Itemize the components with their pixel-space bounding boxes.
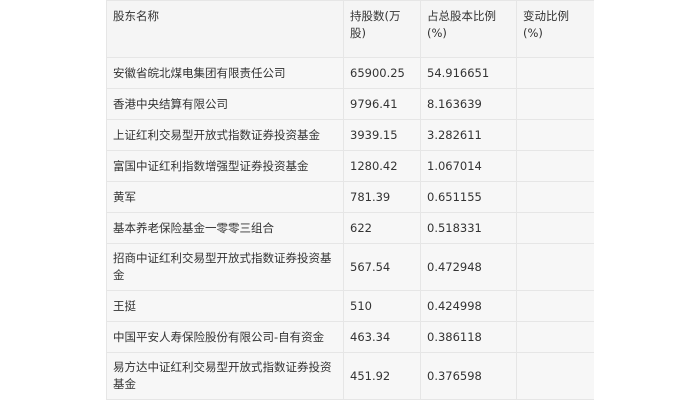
cell-name: 招商中证红利交易型开放式指数证券投资基金 [106, 243, 344, 291]
cell-name: 易方达中证红利交易型开放式指数证券投资基金 [106, 352, 344, 400]
table-row: 易方达中证红利交易型开放式指数证券投资基金 451.92 0.376598 [106, 352, 594, 400]
cell-change [516, 119, 594, 151]
header-change: 变动比例(%) [516, 0, 594, 58]
shareholder-table: 股东名称 持股数(万股) 占总股本比例(%) 变动比例(%) 安徽省皖北煤电集团… [106, 0, 594, 400]
cell-shares: 3939.15 [343, 119, 421, 151]
cell-change [516, 321, 594, 353]
cell-shares: 622 [343, 212, 421, 244]
header-row: 股东名称 持股数(万股) 占总股本比例(%) 变动比例(%) [106, 0, 594, 58]
shareholder-table-container: 股东名称 持股数(万股) 占总股本比例(%) 变动比例(%) 安徽省皖北煤电集团… [106, 0, 594, 409]
table-row: 富国中证红利指数增强型证券投资基金 1280.42 1.067014 [106, 150, 594, 182]
cell-change [516, 212, 594, 244]
header-shares: 持股数(万股) [343, 0, 421, 58]
cell-ratio: 3.282611 [420, 119, 517, 151]
cell-ratio: 0.386118 [420, 321, 517, 353]
cell-change [516, 181, 594, 213]
cell-name: 中国平安人寿保险股份有限公司-自有资金 [106, 321, 344, 353]
table-row: 王挺 510 0.424998 [106, 290, 594, 322]
table-header: 股东名称 持股数(万股) 占总股本比例(%) 变动比例(%) [106, 0, 594, 58]
cell-name: 富国中证红利指数增强型证券投资基金 [106, 150, 344, 182]
cell-change [516, 352, 594, 400]
cell-ratio: 0.518331 [420, 212, 517, 244]
cell-name: 上证红利交易型开放式指数证券投资基金 [106, 119, 344, 151]
cell-change [516, 290, 594, 322]
table-row: 中国平安人寿保险股份有限公司-自有资金 463.34 0.386118 [106, 321, 594, 353]
cell-shares: 9796.41 [343, 88, 421, 120]
cell-change [516, 243, 594, 291]
cell-shares: 451.92 [343, 352, 421, 400]
header-shareholder-name: 股东名称 [106, 0, 344, 58]
cell-ratio: 0.376598 [420, 352, 517, 400]
cell-name: 基本养老保险基金一零零三组合 [106, 212, 344, 244]
cell-ratio: 0.651155 [420, 181, 517, 213]
cell-shares: 510 [343, 290, 421, 322]
cell-change [516, 57, 594, 89]
header-ratio: 占总股本比例(%) [420, 0, 517, 58]
table-row: 基本养老保险基金一零零三组合 622 0.518331 [106, 212, 594, 244]
cell-name: 王挺 [106, 290, 344, 322]
cell-name: 安徽省皖北煤电集团有限责任公司 [106, 57, 344, 89]
cell-shares: 1280.42 [343, 150, 421, 182]
cell-ratio: 54.916651 [420, 57, 517, 89]
table-row: 安徽省皖北煤电集团有限责任公司 65900.25 54.916651 [106, 57, 594, 89]
cell-ratio: 8.163639 [420, 88, 517, 120]
cell-change [516, 88, 594, 120]
cell-shares: 65900.25 [343, 57, 421, 89]
table-row: 上证红利交易型开放式指数证券投资基金 3939.15 3.282611 [106, 119, 594, 151]
cell-shares: 567.54 [343, 243, 421, 291]
table-body: 安徽省皖北煤电集团有限责任公司 65900.25 54.916651 香港中央结… [106, 57, 594, 400]
table-row: 招商中证红利交易型开放式指数证券投资基金 567.54 0.472948 [106, 243, 594, 291]
cell-shares: 463.34 [343, 321, 421, 353]
cell-name: 黄军 [106, 181, 344, 213]
cell-name: 香港中央结算有限公司 [106, 88, 344, 120]
cell-ratio: 0.472948 [420, 243, 517, 291]
table-row: 香港中央结算有限公司 9796.41 8.163639 [106, 88, 594, 120]
cell-ratio: 0.424998 [420, 290, 517, 322]
cell-shares: 781.39 [343, 181, 421, 213]
table-row: 黄军 781.39 0.651155 [106, 181, 594, 213]
cell-ratio: 1.067014 [420, 150, 517, 182]
cell-change [516, 150, 594, 182]
